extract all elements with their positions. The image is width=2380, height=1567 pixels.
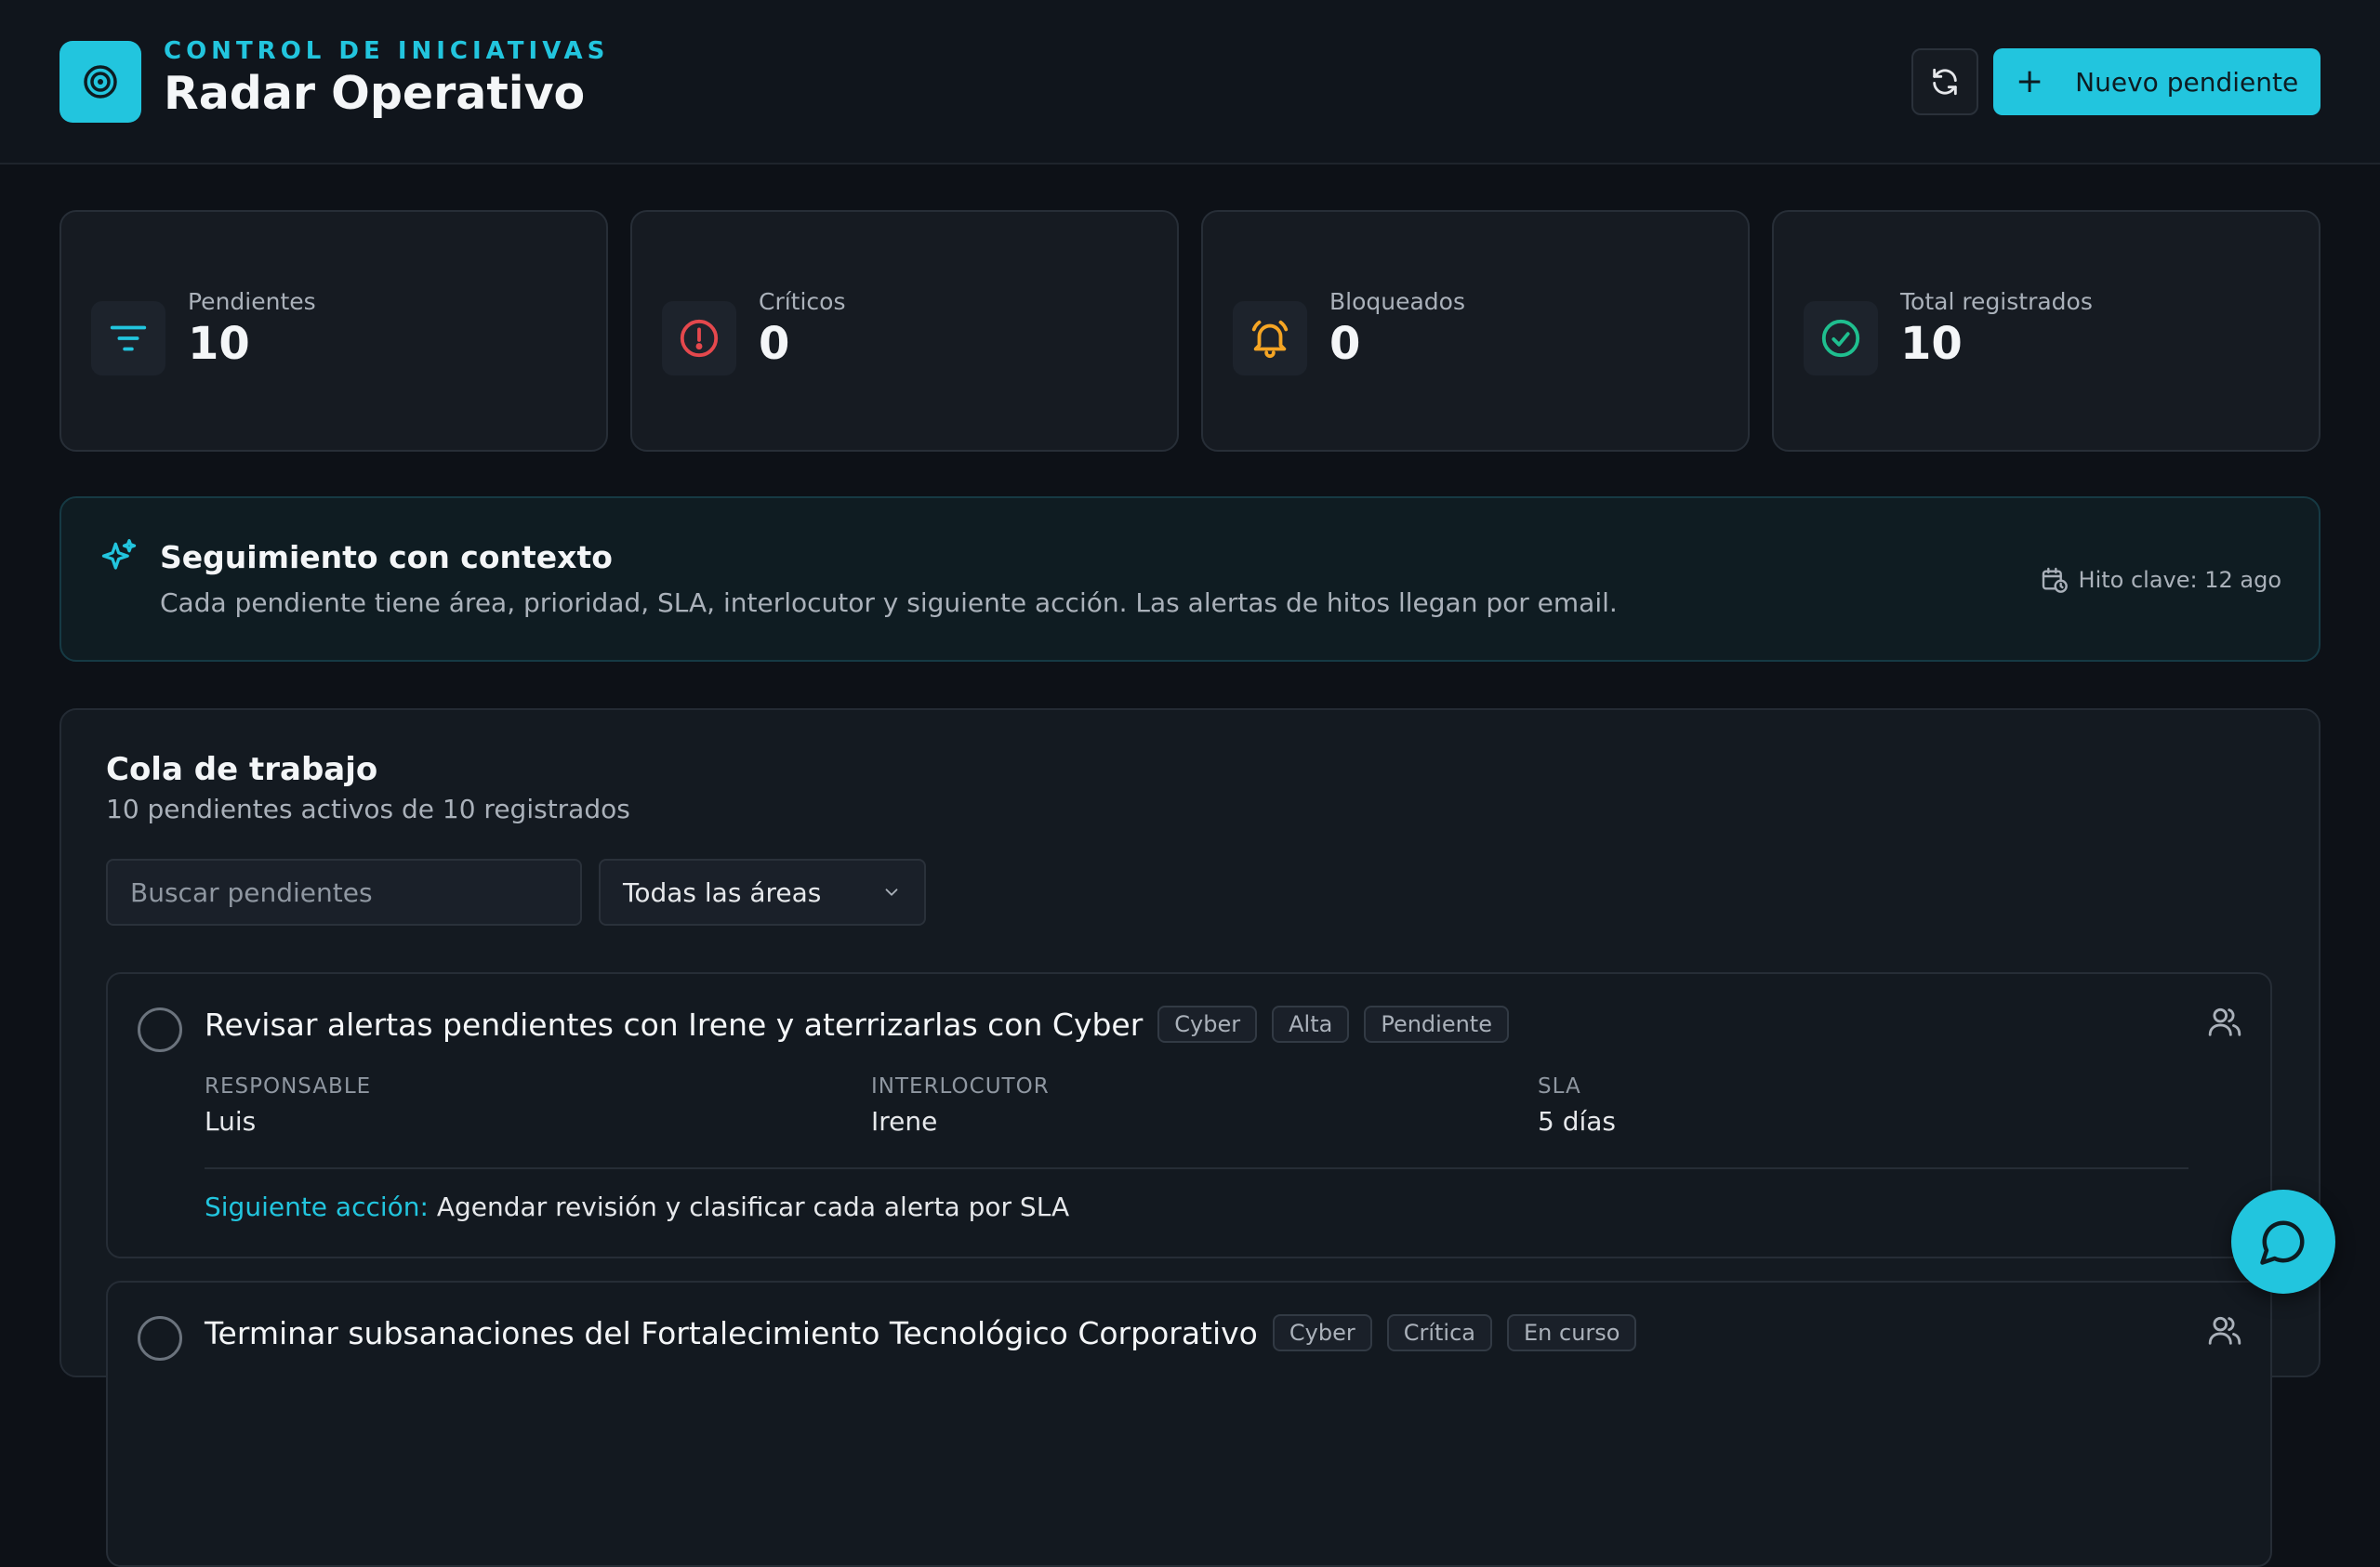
chat-button[interactable] [2231,1190,2335,1294]
work-queue-panel: Cola de trabajo 10 pendientes activos de… [60,708,2320,1567]
field-interlocutor: INTERLOCUTOR Irene [871,1074,1050,1137]
divider [205,1167,2188,1169]
users-icon[interactable] [2207,1312,2242,1348]
list-item[interactable]: Revisar alertas pendientes con Irene y a… [106,972,2272,1258]
queue-subtitle: 10 pendientes activos de 10 registrados [106,794,630,824]
field-label: RESPONSABLE [205,1074,372,1099]
list-item[interactable]: Terminar subsanaciones del Fortalecimien… [106,1281,2272,1567]
chat-bubble-icon [2260,1220,2305,1265]
next-action-text: Agendar revisión y clasificar cada alert… [436,1192,1070,1222]
bell-icon [1233,301,1307,375]
field-label: SLA [1538,1074,1581,1099]
stat-card-critical: Críticos 0 [630,210,1179,452]
next-action: Siguiente acción: Agendar revisión y cla… [205,1192,1069,1222]
complete-checkbox[interactable] [138,1007,182,1052]
complete-checkbox[interactable] [138,1316,182,1361]
item-title: Terminar subsanaciones del Fortalecimien… [205,1314,1258,1351]
stat-value: 10 [188,318,250,370]
filter-icon [91,301,165,375]
stat-card-pending: Pendientes 10 [60,210,608,452]
app-eyebrow: CONTROL DE INICIATIVAS [164,37,610,65]
refresh-icon [1933,68,1957,96]
stat-card-total: Total registrados 10 [1772,210,2320,452]
check-circle-icon [1804,301,1878,375]
search-input[interactable] [106,859,582,926]
app-header: CONTROL DE INICIATIVAS Radar Operativo +… [0,0,2380,165]
field-value: Luis [205,1106,257,1137]
new-pending-label: Nuevo pendiente [2075,66,2299,98]
item-title: Revisar alertas pendientes con Irene y a… [205,1006,1144,1043]
tag-priority: Alta [1272,1006,1350,1043]
tag-status: En curso [1507,1314,1637,1351]
alert-circle-icon [662,301,736,375]
tag-priority: Crítica [1386,1314,1492,1351]
field-sla: SLA 5 días [1538,1074,1616,1137]
banner-description: Cada pendiente tiene área, prioridad, SL… [160,587,1618,618]
milestone-text: Hito clave: 12 ago [2078,567,2281,593]
tag-status: Pendiente [1364,1006,1509,1043]
queue-title: Cola de trabajo [106,751,378,788]
new-pending-button[interactable]: + Nuevo pendiente [1993,48,2320,115]
calendar-clock-icon [2042,567,2068,593]
target-icon [60,41,141,123]
field-value: 5 días [1538,1106,1617,1137]
stat-value: 0 [1329,318,1361,370]
stat-card-blocked: Bloqueados 0 [1201,210,1750,452]
field-responsable: RESPONSABLE Luis [205,1074,371,1137]
next-action-label: Siguiente acción: [205,1192,429,1222]
stat-label: Total registrados [1900,288,2093,315]
stat-label: Críticos [759,288,846,315]
stat-value: 0 [759,318,790,370]
refresh-button[interactable] [1911,48,1978,115]
tag-area: Cyber [1157,1006,1258,1043]
users-icon[interactable] [2207,1004,2242,1039]
sparkles-icon [101,539,137,570]
milestone-info: Hito clave: 12 ago [2040,565,2281,595]
plus-icon: + [2016,62,2044,100]
app-title: Radar Operativo [164,67,586,120]
chevron-down-icon [885,889,898,896]
field-label: INTERLOCUTOR [871,1074,1050,1099]
context-banner: Seguimiento con contexto Cada pendiente … [60,496,2320,662]
tag-area: Cyber [1272,1314,1372,1351]
banner-title: Seguimiento con contexto [160,539,613,575]
stat-label: Bloqueados [1329,288,1465,315]
field-value: Irene [871,1106,938,1137]
stat-label: Pendientes [188,288,316,315]
area-filter-select[interactable]: Todas las áreas [599,859,926,926]
stat-value: 10 [1900,318,1963,370]
area-filter-value: Todas las áreas [623,876,822,908]
